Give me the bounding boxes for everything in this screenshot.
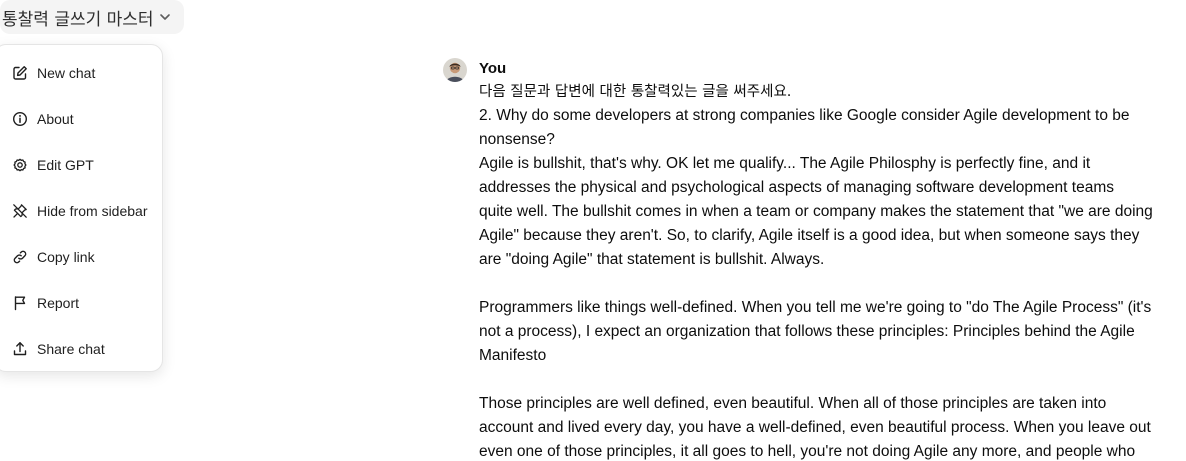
menu-item-new-chat[interactable]: New chat bbox=[0, 53, 162, 93]
message-line: Agile is bullshit, that's why. OK let me… bbox=[479, 155, 1091, 172]
link-icon bbox=[11, 248, 29, 266]
gpt-name: 통찰력 글쓰기 마스터 bbox=[2, 9, 154, 30]
flag-icon bbox=[11, 294, 29, 312]
menu-item-label: Report bbox=[37, 295, 80, 311]
menu-item-share-chat[interactable]: Share chat bbox=[0, 329, 162, 369]
message-line: Manifesto bbox=[479, 347, 547, 364]
message-line: not a process), I expect an organization… bbox=[479, 323, 1135, 340]
menu-item-label: Edit GPT bbox=[37, 157, 94, 173]
message-line: even one of those principles, it all goe… bbox=[479, 443, 1136, 460]
share-icon bbox=[11, 340, 29, 358]
menu-item-label: Hide from sidebar bbox=[37, 203, 148, 219]
menu-item-label: New chat bbox=[37, 65, 96, 81]
avatar[interactable] bbox=[443, 58, 467, 82]
message-line: account and lived every day, you have a … bbox=[479, 419, 1151, 436]
message-line: quite well. The bullshit comes in when a… bbox=[479, 203, 1153, 220]
chevron-down-icon bbox=[158, 10, 172, 24]
message-line: Agile" because they aren't. So, to clari… bbox=[479, 227, 1140, 244]
pencil-square-icon bbox=[11, 64, 29, 82]
pin-off-icon bbox=[11, 202, 29, 220]
menu-item-report[interactable]: Report bbox=[0, 283, 162, 323]
menu-item-edit-gpt[interactable]: Edit GPT bbox=[0, 145, 162, 185]
message-line: 2. Why do some developers at strong comp… bbox=[479, 107, 1130, 124]
menu-item-copy-link[interactable]: Copy link bbox=[0, 237, 162, 277]
gpt-title-dropdown[interactable]: 통찰력 글쓰기 마스터 bbox=[0, 0, 184, 34]
gpt-options-menu: New chat About Edit GPT Hide from sideba… bbox=[0, 44, 163, 372]
gear-icon bbox=[11, 156, 29, 174]
message-line: 다음 질문과 답변에 대한 통찰력있는 글을 써주세요. bbox=[479, 84, 792, 100]
message-line: nonsense? bbox=[479, 131, 555, 148]
info-circle-icon bbox=[11, 110, 29, 128]
message-line: Programmers like things well-defined. Wh… bbox=[479, 299, 1152, 316]
menu-item-label: Share chat bbox=[37, 341, 105, 357]
menu-item-about[interactable]: About bbox=[0, 99, 162, 139]
message-line: Those principles are well defined, even … bbox=[479, 395, 1107, 412]
message-text: 다음 질문과 답변에 대한 통찰력있는 글을 써주세요. 2. Why do so… bbox=[479, 80, 1169, 461]
message-line: addresses the physical and psychological… bbox=[479, 179, 1115, 196]
menu-item-label: About bbox=[37, 111, 74, 127]
message-author: You bbox=[479, 60, 507, 77]
menu-item-hide-from-sidebar[interactable]: Hide from sidebar bbox=[0, 191, 162, 231]
menu-item-label: Copy link bbox=[37, 249, 95, 265]
message-line: are "doing Agile" that statement is bull… bbox=[479, 251, 825, 268]
